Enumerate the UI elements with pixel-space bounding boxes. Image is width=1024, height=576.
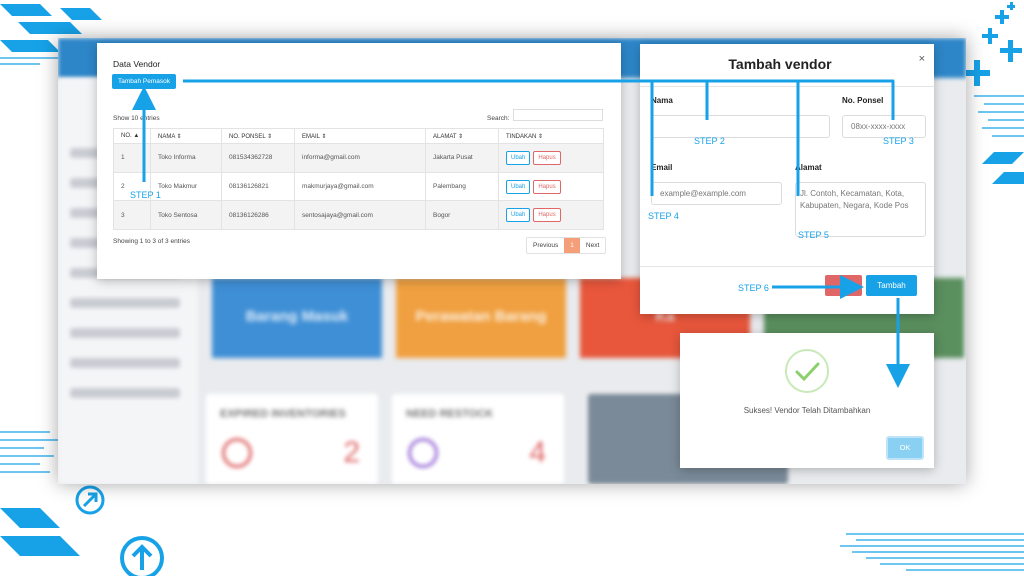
hapus-button[interactable]: Hapus <box>533 179 561 194</box>
cell-email: makmurjaya@gmail.com <box>294 171 426 202</box>
cell-nama: Toko Makmur <box>150 171 222 202</box>
tambah-vendor-modal: Tambah vendor × Nama No. Ponsel 08xx-xxx… <box>640 44 934 314</box>
arrow-up-right-icon <box>75 485 105 515</box>
alamat-label: Alamat <box>795 163 822 172</box>
column-header[interactable]: NO. PONSEL ⇕ <box>221 128 295 144</box>
panel-title: Data Vendor <box>113 59 161 69</box>
tambah-pemasok-button[interactable]: Tambah Pemasok <box>112 74 177 89</box>
ubah-button[interactable]: Ubah <box>506 208 531 223</box>
cell-nama: Toko Sentosa <box>150 200 222 231</box>
column-header[interactable]: ALAMAT ⇕ <box>425 128 499 144</box>
alamat-textarea[interactable]: Jl. Contoh, Kecamatan, Kota, Kabupaten, … <box>795 182 926 237</box>
need-restock-card: NEED RESTOCK 4 <box>392 394 564 484</box>
step-label: STEP 5 <box>798 230 829 240</box>
decorative-circuit-bottom-right <box>840 533 1024 571</box>
expired-inventories-card: EXPIRED INVENTORIES 2 <box>206 394 378 484</box>
decorative-plus-top-right <box>964 2 1022 86</box>
nama-label: Nama <box>651 96 673 105</box>
table-info: Showing 1 to 3 of 3 entries <box>113 238 190 245</box>
email-label: Email <box>651 163 673 172</box>
ok-button[interactable]: OK <box>886 436 924 460</box>
batal-button[interactable] <box>825 275 862 296</box>
dashboard-tile: Perawatan Barang <box>396 278 566 358</box>
divider <box>640 266 934 267</box>
cell-actions: Ubah Hapus <box>498 200 604 231</box>
decorative-circuit-right <box>974 95 1024 184</box>
dashboard-tile: Barang Masuk <box>212 278 382 358</box>
modal-title: Tambah vendor <box>728 56 832 72</box>
tambah-button[interactable]: Tambah <box>866 275 917 296</box>
vendor-table: NO. ▲ NAMA ⇕ NO. PONSEL ⇕ EMAIL ⇕ ALAMAT… <box>113 128 604 231</box>
next-page-button[interactable]: Next <box>580 238 605 253</box>
cell-alamat: Palembang <box>425 171 499 202</box>
cell-actions: Ubah Hapus <box>498 171 604 202</box>
pagination: Previous 1 Next <box>526 237 607 254</box>
cell-no: 1 <box>113 143 151 173</box>
show-entries[interactable]: Show 10 entries <box>113 115 160 122</box>
email-input[interactable]: example@example.com <box>651 182 782 205</box>
divider <box>640 86 934 87</box>
hapus-button[interactable]: Hapus <box>533 150 561 165</box>
table-row: 3 Toko Sentosa 08136126286 sentosajaya@g… <box>113 200 604 231</box>
column-header[interactable]: NO. ▲ <box>113 128 151 144</box>
success-alert: Sukses! Vendor Telah Ditambahkan OK <box>680 333 934 468</box>
step-label: STEP 3 <box>883 136 914 146</box>
ponsel-label: No. Ponsel <box>842 96 884 105</box>
data-vendor-panel: Data Vendor Tambah Pemasok Show 10 entri… <box>97 43 621 279</box>
ubah-button[interactable]: Ubah <box>506 150 531 165</box>
step-label: STEP 4 <box>648 211 679 221</box>
table-row: 1 Toko Informa 081534362728 informa@gmai… <box>113 143 604 173</box>
cell-no: 3 <box>113 200 151 231</box>
cell-email: sentosajaya@gmail.com <box>294 200 426 231</box>
cell-ponsel: 08136126286 <box>221 200 295 231</box>
ubah-button[interactable]: Ubah <box>506 179 531 194</box>
column-header[interactable]: NAMA ⇕ <box>150 128 222 144</box>
table-row: 2 Toko Makmur 08136126821 makmurjaya@gma… <box>113 171 604 202</box>
search-input[interactable] <box>513 109 603 121</box>
current-page-button[interactable]: 1 <box>564 238 580 253</box>
arrow-up-icon <box>120 536 164 576</box>
hapus-button[interactable]: Hapus <box>533 208 561 223</box>
cell-email: informa@gmail.com <box>294 143 426 173</box>
column-header[interactable]: TINDAKAN ⇕ <box>498 128 604 144</box>
ponsel-input[interactable]: 08xx-xxxx-xxxx <box>842 115 926 138</box>
cell-alamat: Jakarta Pusat <box>425 143 499 173</box>
cell-alamat: Bogor <box>425 200 499 231</box>
step-label: STEP 2 <box>694 136 725 146</box>
success-check-icon <box>785 349 829 393</box>
cell-actions: Ubah Hapus <box>498 143 604 173</box>
success-message: Sukses! Vendor Telah Ditambahkan <box>743 406 871 415</box>
search-label: Search: <box>487 115 510 122</box>
step-label: STEP 1 <box>130 190 161 200</box>
cell-ponsel: 081534362728 <box>221 143 295 173</box>
previous-page-button[interactable]: Previous <box>527 238 564 253</box>
column-header[interactable]: EMAIL ⇕ <box>294 128 426 144</box>
nama-input[interactable] <box>651 115 830 138</box>
close-icon[interactable]: × <box>919 53 925 65</box>
step-label: STEP 6 <box>738 283 769 293</box>
cell-ponsel: 08136126821 <box>221 171 295 202</box>
cell-nama: Toko Informa <box>150 143 222 173</box>
